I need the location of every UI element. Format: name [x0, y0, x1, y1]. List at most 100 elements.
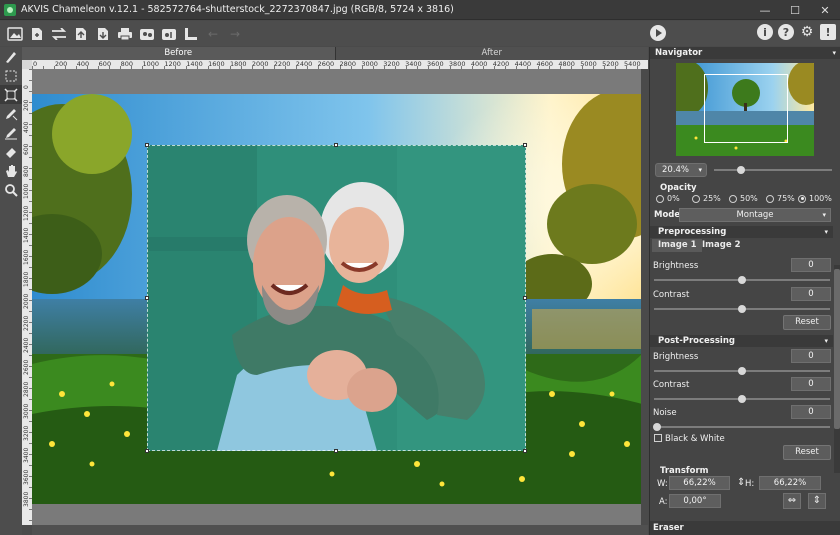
settings-panel: Navigator ▾ 20.4% Opacity 0% 25% 50 — [649, 47, 840, 535]
chevron-down-icon[interactable]: ▾ — [832, 47, 836, 59]
load-fg-icon[interactable] — [72, 25, 90, 43]
hand-tool-icon[interactable] — [0, 161, 22, 180]
navigator-thumbnail[interactable] — [676, 63, 814, 156]
panel-scrollbar-thumb[interactable] — [834, 269, 840, 429]
flip-horizontal-icon[interactable]: ⇔ — [783, 493, 801, 509]
close-button[interactable]: ✕ — [810, 0, 840, 20]
opacity-label: Opacity — [660, 183, 697, 193]
toolbar-right-group: i ? ⚙ ! — [752, 24, 836, 40]
black-white-label: Black & White — [665, 434, 725, 444]
ruler-mark: 1800 — [230, 60, 247, 68]
tab-image-1[interactable]: Image 1 — [652, 239, 703, 252]
pre-contrast-input[interactable]: 0 — [791, 287, 831, 301]
post-brightness-knob[interactable] — [738, 367, 746, 375]
mode-select[interactable]: Montage — [679, 208, 831, 222]
open-image-icon[interactable] — [6, 25, 24, 43]
load-bg-icon[interactable] — [94, 25, 112, 43]
image-canvas[interactable] — [32, 69, 648, 525]
resize-handle[interactable] — [334, 449, 338, 453]
noise-knob[interactable] — [653, 423, 661, 431]
height-label: H: — [745, 479, 755, 489]
navigator-viewport-box[interactable] — [704, 74, 788, 143]
resize-handle[interactable] — [523, 296, 527, 300]
zoom-tool-icon[interactable] — [0, 180, 22, 199]
postprocessing-header[interactable]: Post-Processing ▾ — [650, 335, 833, 347]
keep-pencil-icon[interactable] — [0, 104, 22, 123]
opacity-option-25[interactable]: 25% — [692, 194, 721, 203]
black-white-checkbox[interactable] — [654, 434, 662, 442]
redo-icon[interactable]: → — [226, 25, 244, 43]
opacity-option-100[interactable]: 100% — [798, 194, 832, 203]
post-contrast-knob[interactable] — [738, 395, 746, 403]
width-input[interactable]: 66,22% — [669, 476, 730, 490]
pre-reset-button[interactable]: Reset — [783, 315, 831, 330]
foreground-photo[interactable] — [147, 145, 526, 451]
info-icon[interactable]: i — [757, 24, 773, 40]
title-bar: AKVIS Chameleon v.12.1 - 582572764-shutt… — [0, 0, 840, 20]
chevron-down-icon[interactable]: ▾ — [824, 335, 828, 347]
opacity-option-0[interactable]: 0% — [656, 194, 680, 203]
resize-handle[interactable] — [145, 296, 149, 300]
brush-tool-icon[interactable] — [0, 47, 22, 66]
ruler-mark: 3800 — [448, 60, 466, 68]
flip-vertical-icon[interactable]: ⇕ — [808, 493, 826, 509]
navigator-header: Navigator ▾ — [650, 47, 840, 59]
chevron-down-icon[interactable]: ▾ — [824, 226, 828, 238]
tab-image-2[interactable]: Image 2 — [696, 239, 746, 252]
selection-tool-icon[interactable] — [0, 66, 22, 85]
eraser-tool-icon[interactable] — [0, 142, 22, 161]
ruler-mark: 1000 — [23, 183, 30, 199]
ruler-mark: 800 — [120, 60, 133, 68]
noise-slider[interactable] — [654, 426, 830, 428]
run-processing-button[interactable] — [650, 25, 666, 41]
canvas-horizontal-scrollbar[interactable] — [32, 525, 648, 535]
zoom-slider[interactable] — [714, 169, 832, 171]
ruler-mark: 1400 — [186, 60, 203, 68]
canvas-vertical-scrollbar[interactable] — [641, 69, 648, 525]
angle-input[interactable]: 0,00° — [669, 494, 721, 508]
horizontal-ruler: 0 200 400 600 800 1000 1200 1400 1600 1800 2000 220… — [32, 60, 648, 69]
resize-handle[interactable] — [145, 143, 149, 147]
remove-pencil-icon[interactable] — [0, 123, 22, 142]
swap-icon[interactable] — [50, 25, 68, 43]
maximize-button[interactable]: ☐ — [780, 0, 810, 20]
radio-icon — [656, 194, 664, 203]
preprocessing-header[interactable]: Preprocessing ▾ — [650, 226, 833, 238]
print-icon[interactable] — [116, 25, 134, 43]
settings-icon[interactable]: ⚙ — [799, 24, 815, 40]
undo-icon[interactable]: ← — [204, 25, 222, 43]
pre-contrast-knob[interactable] — [738, 305, 746, 313]
resize-handle[interactable] — [523, 449, 527, 453]
pre-brightness-knob[interactable] — [738, 276, 746, 284]
post-brightness-input[interactable]: 0 — [791, 349, 831, 363]
presets-save-icon[interactable] — [160, 25, 178, 43]
opacity-option-75[interactable]: 75% — [766, 194, 795, 203]
tab-after[interactable]: After — [335, 47, 648, 60]
tab-before[interactable]: Before — [22, 47, 335, 60]
pre-brightness-input[interactable]: 0 — [791, 258, 831, 272]
transform-tool-icon[interactable] — [0, 85, 22, 104]
help-icon[interactable]: ? — [778, 24, 794, 40]
ruler-mark: 2000 — [23, 293, 30, 309]
post-brightness-label: Brightness — [653, 352, 699, 362]
post-contrast-input[interactable]: 0 — [791, 377, 831, 391]
save-icon[interactable] — [28, 25, 46, 43]
ruler-mark: 2800 — [339, 60, 357, 68]
presets-icon[interactable] — [138, 25, 156, 43]
minimize-button[interactable]: — — [750, 0, 780, 20]
resize-handle[interactable] — [334, 143, 338, 147]
ruler-mark: 400 — [23, 121, 30, 133]
resize-handle[interactable] — [145, 449, 149, 453]
zoom-dropdown[interactable]: 20.4% — [655, 163, 707, 177]
eraser-header[interactable]: Eraser — [650, 521, 840, 535]
zoom-slider-knob[interactable] — [737, 166, 745, 174]
ruler-icon[interactable] — [182, 25, 200, 43]
noise-input[interactable]: 0 — [791, 405, 831, 419]
ruler-mark: 2800 — [23, 381, 30, 397]
radio-icon — [692, 194, 700, 203]
feedback-icon[interactable]: ! — [820, 24, 836, 40]
height-input[interactable]: 66,22% — [759, 476, 821, 490]
post-reset-button[interactable]: Reset — [783, 445, 831, 460]
resize-handle[interactable] — [523, 143, 527, 147]
opacity-option-50[interactable]: 50% — [729, 194, 758, 203]
